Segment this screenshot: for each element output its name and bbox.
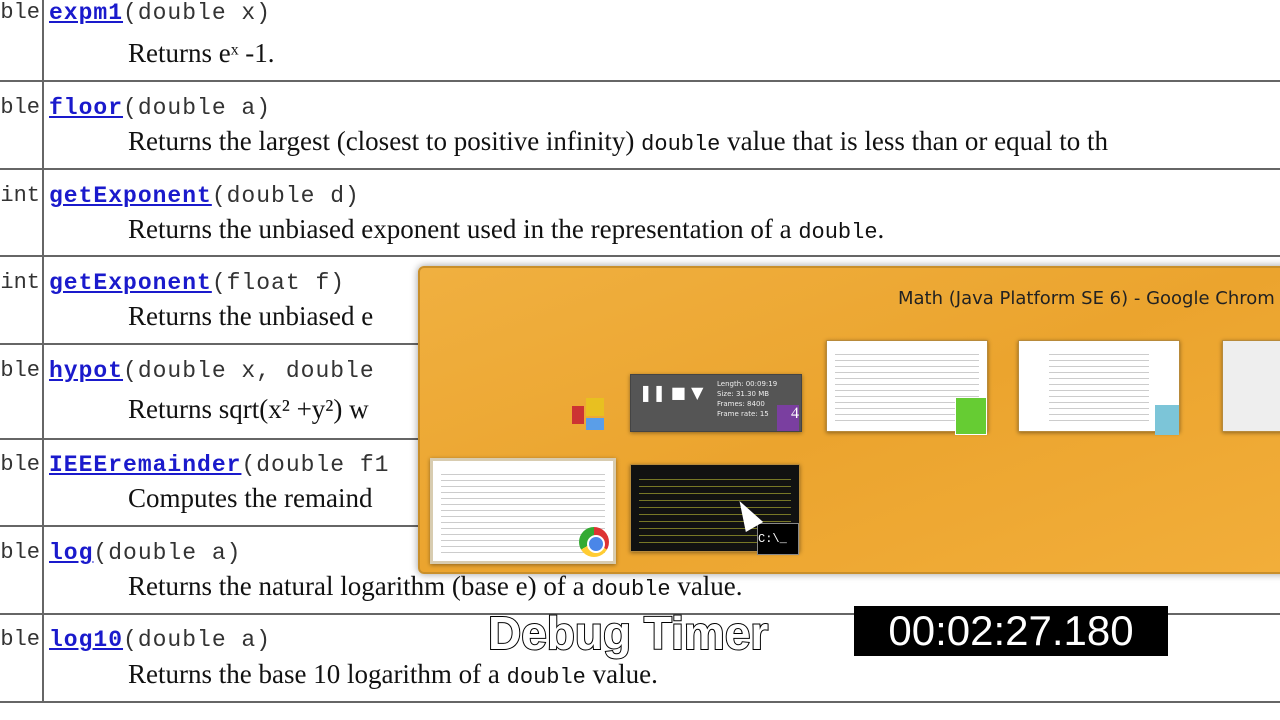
method-link[interactable]: getExponent (49, 270, 212, 296)
return-type: double (0, 627, 40, 652)
desktop-icon[interactable] (572, 398, 606, 432)
desc-code: double (506, 665, 586, 690)
return-type: double (0, 358, 40, 383)
cmd-icon: C:\_ (757, 523, 799, 555)
method-description: Returns the unbiased exponent used in th… (128, 214, 884, 245)
method-description: Returns the largest (closest to positive… (128, 126, 1108, 157)
column-divider (42, 440, 44, 525)
desc-text: . (877, 214, 885, 244)
desc-text: value. (670, 571, 743, 601)
method-params: (double a) (123, 627, 272, 653)
return-type: double (0, 452, 40, 477)
desc-text: value that is less than or equal to th (720, 126, 1109, 156)
desc-text: value. (585, 659, 658, 689)
recorder-app-icon: 4 (777, 405, 799, 431)
recorder-window-thumb[interactable]: ❚❚ ■ ▼ Length: 00:09:19 Size: 31.30 MB F… (630, 374, 802, 432)
return-type: double (0, 540, 40, 565)
method-link[interactable]: hypot (49, 358, 123, 384)
method-description: Returns the base 10 logarithm of a doubl… (128, 659, 658, 690)
method-params: (double d) (211, 183, 360, 209)
debug-timer-label: Debug Timer (487, 606, 769, 660)
column-divider (42, 82, 44, 168)
return-type: double (0, 0, 40, 25)
column-divider (42, 615, 44, 701)
method-params: (double a) (123, 95, 272, 121)
column-divider (42, 345, 44, 438)
method-description: Returns the unbiased e (128, 301, 373, 332)
chrome-icon (579, 527, 609, 557)
method-signature: log10(double a) (49, 627, 271, 653)
method-description: Computes the remaind (128, 483, 372, 514)
method-link[interactable]: floor (49, 95, 123, 121)
method-link[interactable]: getExponent (49, 183, 212, 209)
method-row: int getExponent(double d) Returns the un… (0, 170, 1280, 257)
notepad-window-thumb[interactable] (1018, 340, 1180, 435)
desc-text: Returns the natural logarithm (base e) o… (128, 571, 592, 601)
debug-timer-value: 00:02:27.180 (854, 606, 1168, 656)
method-signature: hypot(double x, double (49, 358, 375, 384)
method-signature: expm1(double x) (49, 0, 271, 26)
desc-code: double (591, 577, 671, 602)
method-params: (double x) (123, 0, 272, 26)
desc-text: Returns the unbiased e (128, 301, 374, 331)
cmd-window-thumb[interactable]: C:\_ (630, 464, 800, 555)
desc-text: Returns the base 10 logarithm of a (128, 659, 507, 689)
desc-text: Computes the remaind (128, 483, 373, 513)
method-signature: IEEEremainder(double f1 (49, 452, 389, 478)
recorder-length: Length: 00:09:19 (717, 380, 778, 388)
desc-code: double (641, 132, 721, 157)
method-row: double floor(double a) Returns the large… (0, 82, 1280, 170)
method-params: (float f) (211, 270, 346, 296)
desc-text: Returns the unbiased exponent used in th… (128, 214, 799, 244)
method-params: (double x, double (123, 358, 375, 384)
method-signature: getExponent(double d) (49, 183, 360, 209)
recorder-size: Size: 31.30 MB (717, 390, 770, 398)
return-type: double (0, 95, 40, 120)
column-divider (42, 0, 44, 80)
column-divider (42, 527, 44, 613)
return-type: int (0, 183, 40, 208)
chrome-window-thumb[interactable] (430, 458, 616, 564)
method-signature: floor(double a) (49, 95, 271, 121)
window-thumb-partial[interactable] (1222, 340, 1280, 432)
desc-code: double (798, 220, 878, 245)
method-signature: getExponent(float f) (49, 270, 345, 296)
method-params: (double a) (93, 540, 242, 566)
method-description: Returns eˣ -1. (128, 38, 275, 69)
method-description: Returns sqrt(x² +y²) w (128, 394, 369, 425)
method-row: double expm1(double x) Returns eˣ -1. (0, 0, 1280, 82)
method-signature: log(double a) (49, 540, 241, 566)
window-title: Math (Java Platform SE 6) - Google Chrom (898, 288, 1275, 309)
method-link[interactable]: log (49, 540, 93, 566)
desc-text: Returns sqrt(x² +y²) w (128, 394, 369, 424)
recorder-controls-icon: ❚❚ ■ ▼ (639, 383, 704, 402)
method-link[interactable]: log10 (49, 627, 123, 653)
method-params: (double f1 (241, 452, 390, 478)
recorder-frames: Frames: 8400 (717, 400, 765, 408)
notepadpp-window-thumb[interactable] (826, 340, 988, 435)
return-type: int (0, 270, 40, 295)
recorder-rate: Frame rate: 15 (717, 410, 769, 418)
desc-text: Returns the largest (closest to positive… (128, 126, 642, 156)
notepadpp-icon (955, 397, 987, 435)
method-description: Returns the natural logarithm (base e) o… (128, 571, 743, 602)
desc-text: Returns eˣ -1. (128, 38, 275, 68)
column-divider (42, 257, 44, 343)
method-link[interactable]: IEEEremainder (49, 452, 241, 478)
column-divider (42, 170, 44, 255)
notepad-icon (1155, 405, 1179, 435)
method-link[interactable]: expm1 (49, 0, 123, 26)
window-switcher: Math (Java Platform SE 6) - Google Chrom… (418, 266, 1280, 574)
